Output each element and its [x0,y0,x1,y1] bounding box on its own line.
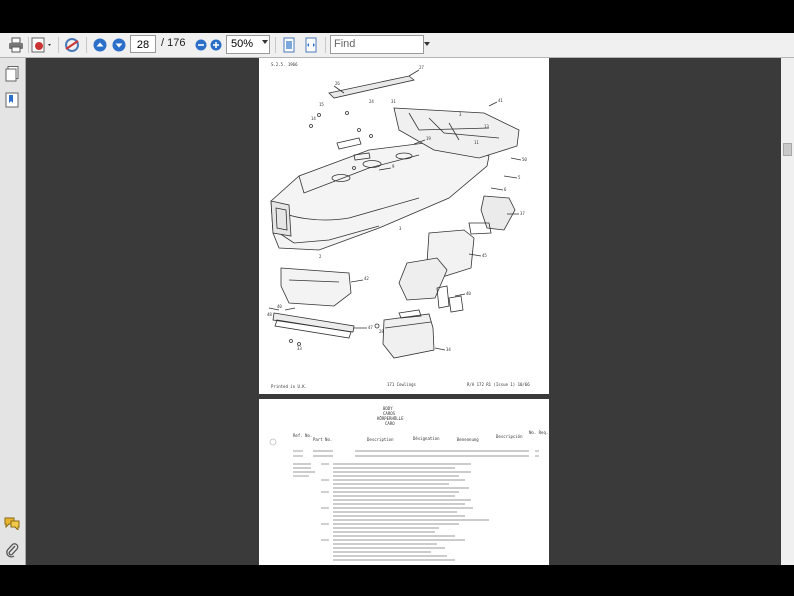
svg-text:40: 40 [466,291,471,296]
exploded-body-diagram: 262741 5056 374540 424734 404819 91514 2… [267,65,527,359]
document-viewport[interactable]: S.2.5. 1966 26 27 41 50 5 6 37 45 40 42 … [26,58,781,565]
fit-width-icon[interactable] [303,36,319,54]
svg-text:27: 27 [419,65,424,70]
svg-text:41: 41 [498,98,503,103]
zoom-out-icon[interactable] [194,36,208,54]
svg-text:6: 6 [504,187,507,192]
parts-list-text-lines [269,438,539,561]
page-footer-right: R/A 172 R1 (Issue 1) 10/66 [467,382,530,387]
comments-icon[interactable] [4,516,20,530]
page-number-input[interactable]: 28 [130,35,156,53]
svg-text:24: 24 [369,99,374,104]
svg-text:33: 33 [297,346,302,351]
fit-page-icon[interactable] [281,36,297,54]
svg-text:2: 2 [319,254,322,259]
zoom-in-icon[interactable] [209,36,223,54]
find-input[interactable]: Find [330,35,424,54]
svg-text:15: 15 [319,102,324,107]
document-page-29: BODY CAROS KÖRPERHÜLLE CARO Ref. No. Par… [259,399,549,565]
document-page-28: S.2.5. 1966 26 27 41 50 5 6 37 45 40 42 … [259,58,549,394]
next-page-icon[interactable] [111,36,127,54]
page-total: / 176 [161,37,186,49]
zoom-dropdown-chevron-icon[interactable] [262,40,268,44]
scrollbar-thumb[interactable] [783,143,792,156]
svg-text:11: 11 [474,140,479,145]
svg-text:50: 50 [522,157,527,162]
page-footer-middle: 171 Cowlings [387,382,416,387]
svg-text:13: 13 [484,124,489,129]
svg-text:14: 14 [311,116,316,121]
svg-text:45: 45 [482,253,487,258]
svg-text:5: 5 [518,175,521,180]
svg-text:31: 31 [391,99,396,104]
svg-text:37: 37 [520,211,525,216]
previous-page-icon[interactable] [92,36,108,54]
save-pdf-icon[interactable] [31,36,53,54]
svg-text:42: 42 [364,276,369,281]
svg-text:26: 26 [335,81,340,86]
page-footer-left: Printed in U.K. [271,384,308,389]
svg-text:47: 47 [368,325,373,330]
window-bottom-bar [0,565,794,596]
toolbar: 28 / 176 50% Find [0,33,794,58]
attachments-icon[interactable] [5,542,19,558]
find-dropdown-chevron-icon[interactable] [424,42,430,46]
print-icon[interactable] [6,36,26,54]
share-icon[interactable] [62,36,82,54]
bookmarks-icon[interactable] [5,92,19,108]
svg-text:3: 3 [399,226,402,231]
svg-text:28: 28 [379,329,384,334]
svg-text:34: 34 [446,347,451,352]
zoom-select[interactable]: 50% [226,35,270,54]
page-thumbnails-icon[interactable] [5,66,19,82]
vertical-scrollbar[interactable] [781,58,794,565]
window-top-bar [0,0,794,33]
svg-text:40: 40 [277,304,282,309]
svg-text:19: 19 [426,136,431,141]
svg-text:48: 48 [267,312,272,317]
left-navigation-panel [0,58,26,565]
